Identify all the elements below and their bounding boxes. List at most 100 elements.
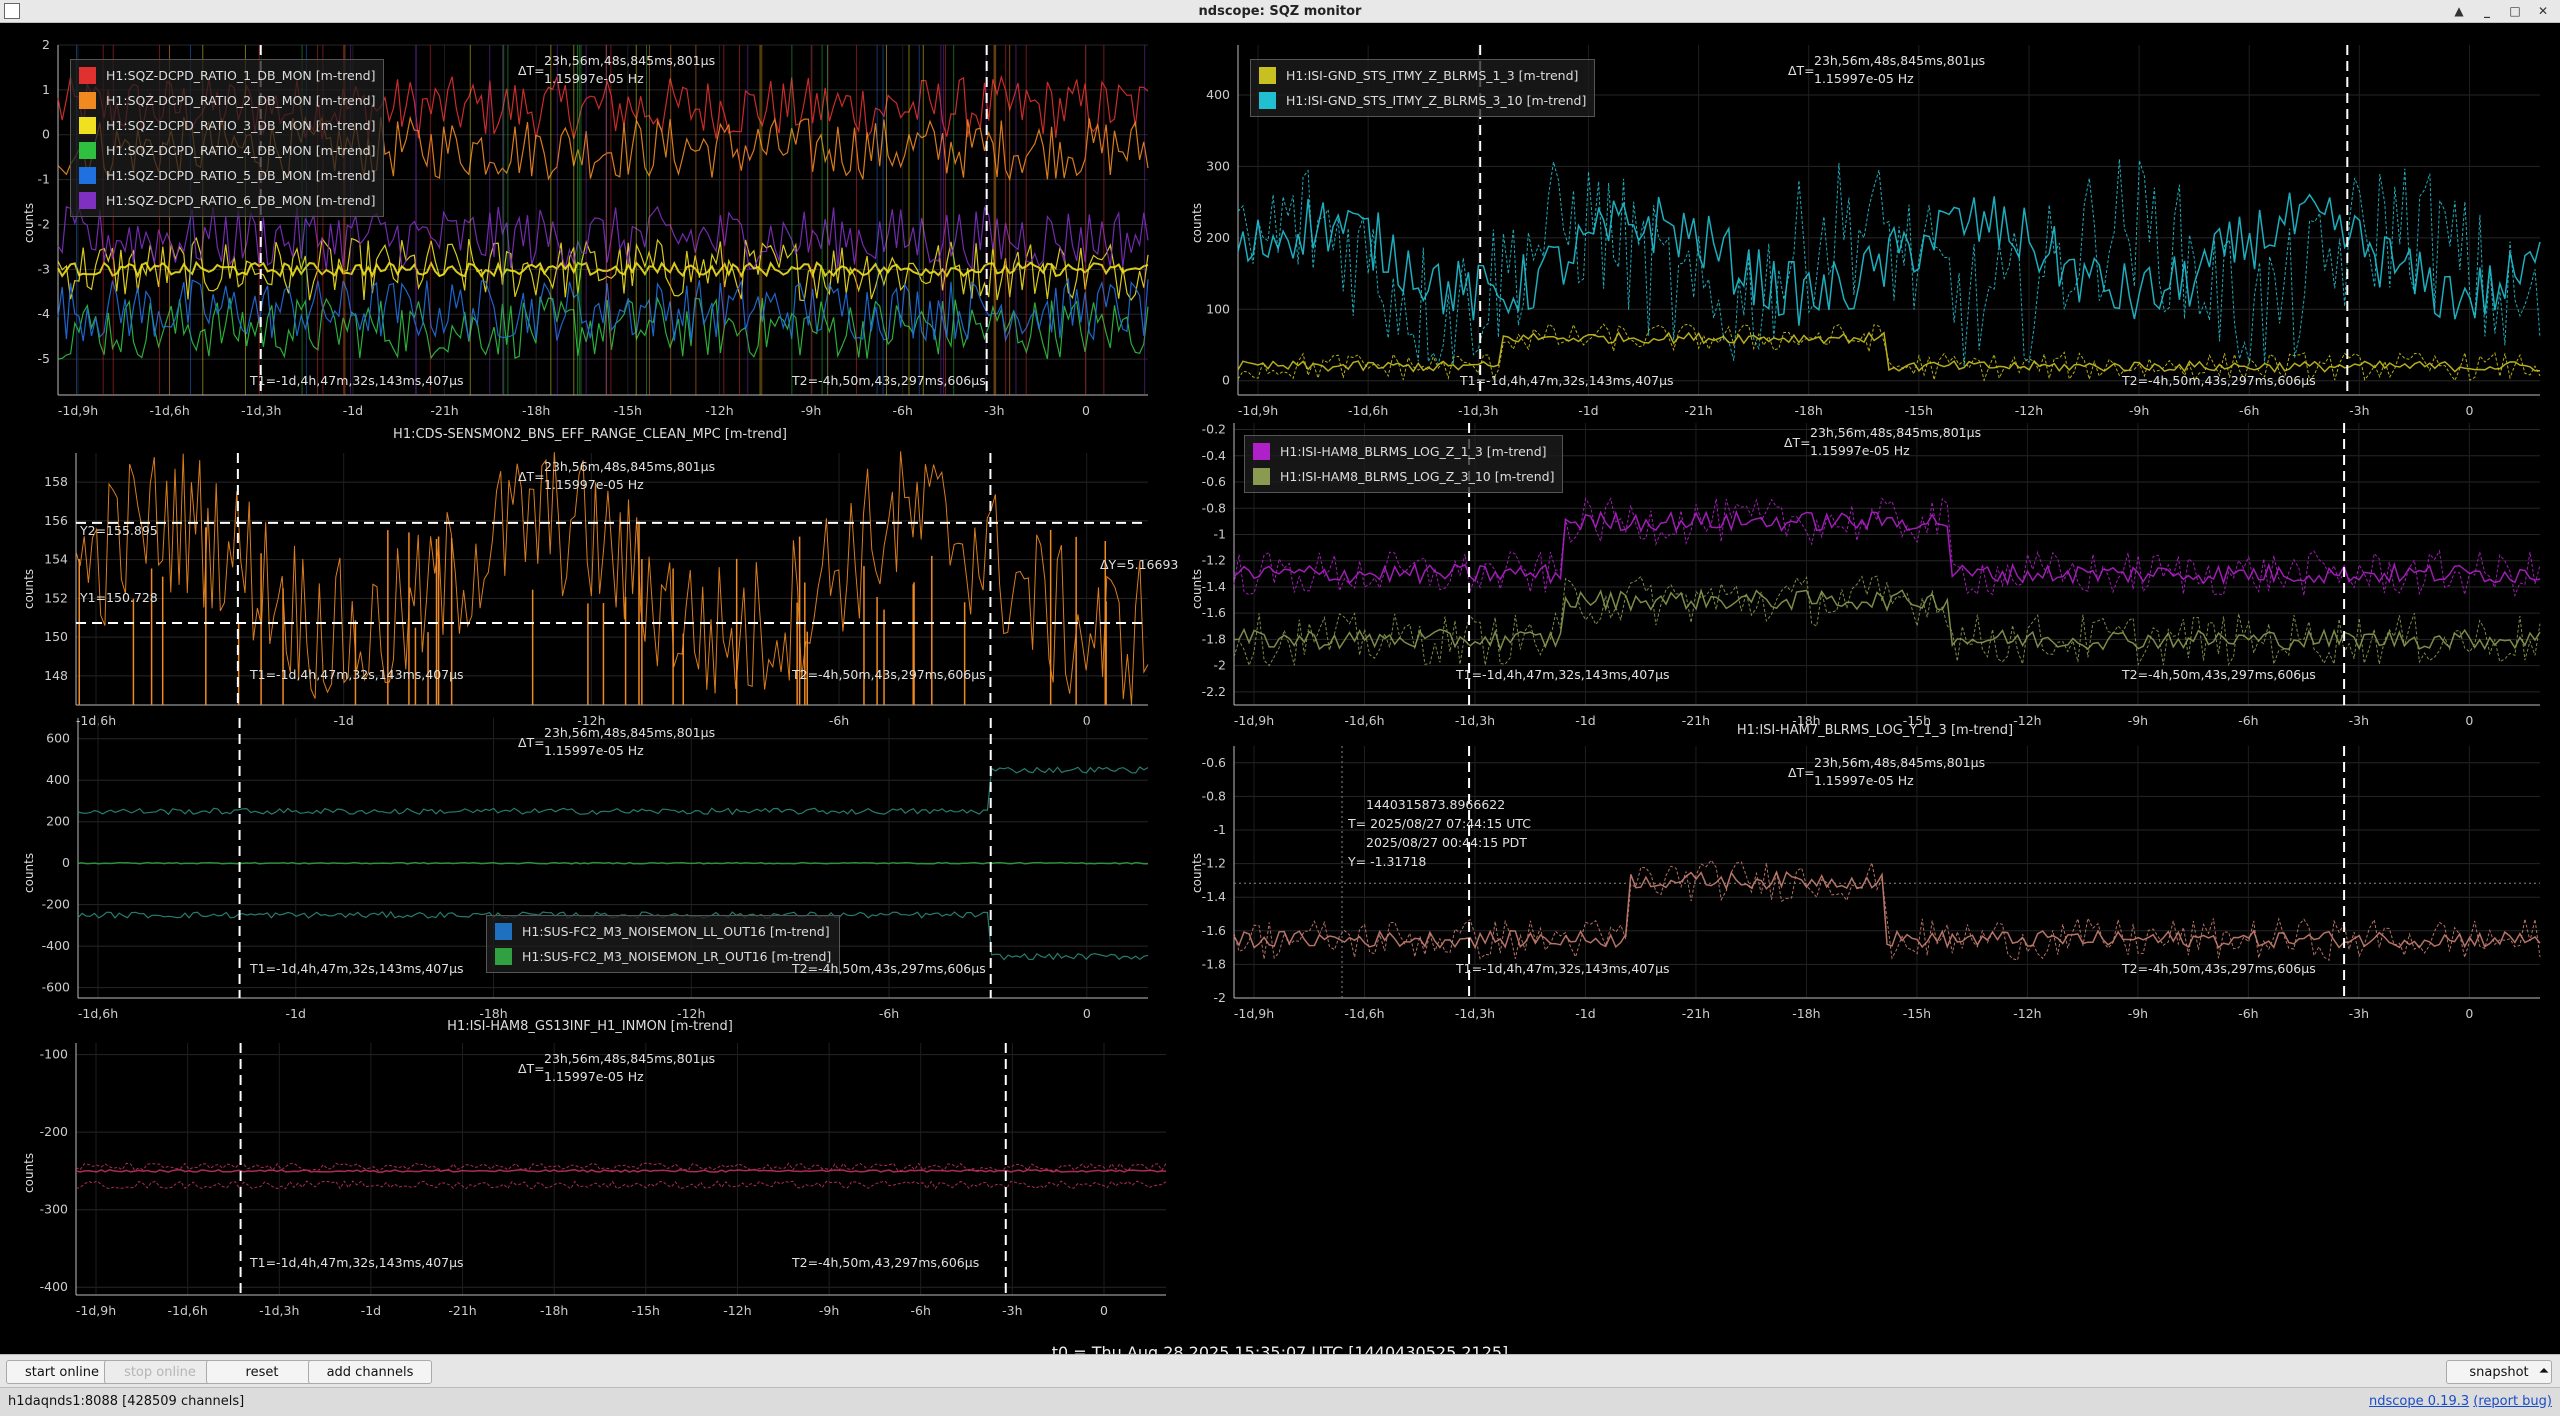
t1-cursor-label: T1=-1d,4h,47m,32s,143ms,407μs — [250, 1255, 464, 1270]
legend-label: H1:ISI-GND_STS_ITMY_Z_BLRMS_3_10 [m-tren… — [1286, 93, 1587, 108]
x-tick-label: -1d,6h — [1348, 403, 1388, 418]
plot-area: 2 1 0 -1 -2 -3 -4 -5 -1d,9h -1d,6h -1d,3h -1d -21h -1… — [0, 23, 2560, 1362]
y-tick-label: 300 — [1206, 158, 1230, 173]
y-tick-label: -1.4 — [1202, 889, 1226, 904]
x-tick-label: -15h — [1903, 1006, 1931, 1021]
crosshair-gps: 1440315873.8966622 — [1366, 797, 1506, 812]
x-tick-label: -21h — [1684, 403, 1712, 418]
x-tick-label: -6h — [2238, 1006, 2258, 1021]
add-channels-button[interactable]: add channels — [308, 1360, 432, 1384]
legend-item: H1:ISI-GND_STS_ITMY_Z_BLRMS_3_10 [m-tren… — [1259, 88, 1586, 113]
delta-t-value: 23h,56m,48s,845ms,801μs — [544, 1051, 716, 1066]
trace-line — [75, 1168, 1167, 1173]
plot-layer: -100 -200 -300 -400 -1d,9h -1d,6h -1d,3h -1d -21… — [40, 1043, 1167, 1318]
y-axis-label: counts — [1190, 852, 1204, 893]
control-bar: start online stop online reset add chann… — [0, 1354, 2560, 1387]
trace-line — [1233, 497, 2541, 598]
x-tick-label: -15h — [632, 1303, 660, 1318]
minimize-button[interactable]: _ — [2478, 2, 2496, 20]
x-tick-label: -3h — [2349, 403, 2369, 418]
y-tick-label: -0.4 — [1202, 448, 1226, 463]
status-bar: h1daqnds1:8088 [428509 channels] ndscope… — [0, 1387, 2560, 1416]
y-tick-label: -1 — [1214, 526, 1226, 541]
x-tick-label: -3h — [2349, 1006, 2369, 1021]
x-tick-label: -3h — [1002, 1303, 1022, 1318]
plot-title: H1:ISI-HAM8_GS13INF_H1_INMON [m-trend] — [447, 1019, 733, 1034]
trace-line — [75, 1180, 1167, 1190]
x-tick-label: -1d — [1575, 1006, 1595, 1021]
trace-line — [1233, 870, 2541, 950]
trace-line — [1233, 859, 2541, 962]
x-tick-label: -9h — [819, 1303, 839, 1318]
delta-t-value: 23h,56m,48s,845ms,801μs — [1814, 53, 1986, 68]
plot-svg: -100 -200 -300 -400 -1d,9h -1d,6h -1d,3h -1d -21… — [40, 1043, 1167, 1318]
trace-line — [1237, 159, 2541, 367]
maximize-button[interactable]: □ — [2506, 2, 2524, 20]
x-tick-label: -1d — [361, 1303, 381, 1318]
x-tick-label: -18h — [1792, 713, 1820, 728]
crosshair-y: Y= -1.31718 — [1348, 854, 1427, 869]
legend-item: H1:ISI-HAM8_BLRMS_LOG_Z_1_3 [m-trend] — [1253, 439, 1554, 464]
keep-above-button[interactable]: ▲ — [2450, 2, 2468, 20]
legend: H1:ISI-GND_STS_ITMY_Z_BLRMS_1_3 [m-trend… — [1250, 59, 1596, 117]
x-tick-label: -1d,6h — [1344, 713, 1384, 728]
version-info: ndscope 0.19.3 (report bug) — [2369, 1394, 2552, 1409]
y-tick-label: -2 — [1214, 658, 1226, 673]
t1-cursor-label: T1=-1d,4h,47m,32s,143ms,407μs — [1456, 667, 1670, 682]
delta-t-frequency: 1.15997e-05 Hz — [1810, 443, 1910, 458]
x-tick-label: -1d,9h — [1234, 713, 1274, 728]
plot-ham8-gs13[interactable]: -100 -200 -300 -400 -1d,9h -1d,6h -1d,3h -1d -21… — [0, 23, 1180, 1333]
x-tick-label: -18h — [1792, 1006, 1820, 1021]
x-tick-label: -12h — [2015, 403, 2043, 418]
version-link[interactable]: ndscope 0.19.3 — [2369, 1394, 2469, 1409]
x-tick-label: -1d,3h — [1455, 1006, 1495, 1021]
reset-button[interactable]: reset — [206, 1360, 318, 1384]
x-tick-label: -21h — [1682, 713, 1710, 728]
y-tick-label: -0.6 — [1202, 474, 1226, 489]
stop-online-button[interactable]: stop online — [104, 1360, 216, 1384]
crosshair-utc: T= 2025/08/27 07:44:15 UTC — [1348, 816, 1531, 831]
start-online-button[interactable]: start online — [6, 1360, 118, 1384]
x-tick-label: -9h — [2129, 403, 2149, 418]
close-button[interactable]: ✕ — [2534, 2, 2552, 20]
x-tick-label: -1d,6h — [1344, 1006, 1384, 1021]
x-tick-label: -3h — [2349, 713, 2369, 728]
delta-t-frequency: 1.15997e-05 Hz — [1814, 773, 1914, 788]
y-tick-label: -300 — [40, 1202, 68, 1217]
t2-cursor-label: T2=-4h,50m,43s,297ms,606μs — [2122, 373, 2316, 388]
x-tick-label: -18h — [540, 1303, 568, 1318]
delta-t-value: 23h,56m,48s,845ms,801μs — [1814, 755, 1986, 770]
x-tick-label: 0 — [1100, 1303, 1108, 1318]
window-titlebar: ndscope: SQZ monitor ▲ _ □ ✕ — [0, 0, 2560, 23]
trace-line — [1237, 192, 2541, 326]
y-tick-label: -0.8 — [1202, 500, 1226, 515]
server-address: h1daqnds1:8088 — [8, 1394, 118, 1409]
t2-cursor-label: T2=-4h,50m,43s,297ms,606μs — [2122, 667, 2316, 682]
x-tick-label: -1d,3h — [1455, 713, 1495, 728]
x-tick-label: -1d,9h — [76, 1303, 116, 1318]
x-tick-label: -9h — [2128, 1006, 2148, 1021]
y-tick-label: -100 — [40, 1047, 68, 1062]
legend-label: H1:ISI-GND_STS_ITMY_Z_BLRMS_1_3 [m-trend… — [1286, 68, 1579, 83]
x-tick-label: 0 — [2466, 403, 2474, 418]
y-tick-label: -0.8 — [1202, 788, 1226, 803]
legend-swatch — [1253, 468, 1270, 485]
server-status: h1daqnds1:8088 [428509 channels] — [8, 1394, 244, 1409]
report-bug-link[interactable]: (report bug) — [2473, 1394, 2552, 1409]
t2-cursor-label: T2=-4h,50m,43s,297ms,606μs — [2122, 961, 2316, 976]
expand-panel-icon[interactable]: ⏶ — [2532, 1360, 2556, 1382]
x-tick-label: 0 — [2465, 713, 2473, 728]
trace-line — [1233, 509, 2541, 587]
x-tick-label: -6h — [911, 1303, 931, 1318]
y-tick-label: -0.6 — [1202, 755, 1226, 770]
delta-t-frequency: 1.15997e-05 Hz — [1814, 71, 1914, 86]
trace-line — [1233, 575, 2541, 667]
plot-layer: -0.6 -0.8 -1 -1.2 -1.4 -1.6 -1.8 -2 -1d,9h -1d,6h… — [1202, 746, 2541, 1021]
legend-label: H1:ISI-HAM8_BLRMS_LOG_Z_3_10 [m-trend] — [1280, 469, 1555, 484]
delta-t-frequency: 1.15997e-05 Hz — [544, 1069, 644, 1084]
y-tick-label: -1 — [1214, 822, 1226, 837]
plot-title: H1:ISI-HAM7_BLRMS_LOG_Y_1_3 [m-trend] — [1736, 723, 2014, 738]
x-tick-label: -21h — [1682, 1006, 1710, 1021]
y-tick-label: 100 — [1206, 301, 1230, 316]
delta-t-label: ΔT= — [1784, 435, 1811, 450]
